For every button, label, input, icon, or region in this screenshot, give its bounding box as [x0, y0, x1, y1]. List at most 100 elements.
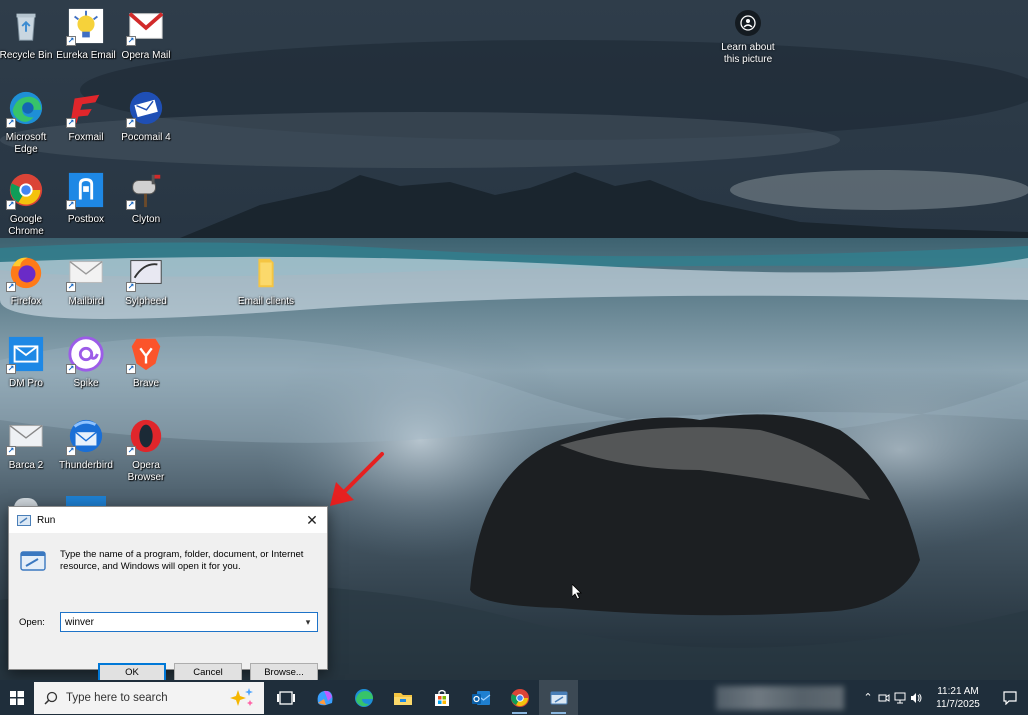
thunderbird-icon: ↗ [66, 416, 106, 456]
brave-icon: ↗ [126, 334, 166, 374]
shortcut-arrow-icon: ↗ [126, 118, 136, 128]
show-hidden-icons-button[interactable]: ⌃ [860, 680, 876, 715]
taskbar-task-view[interactable] [266, 680, 305, 715]
run-description: Type the name of a program, folder, docu… [60, 549, 304, 572]
notification-icon [1003, 690, 1017, 705]
folder-icon [246, 252, 286, 292]
volume-tray-icon[interactable] [908, 680, 924, 715]
desktop-icon-mailbird[interactable]: ↗ Mailbird [56, 252, 116, 308]
taskbar-edge[interactable] [344, 680, 383, 715]
start-button[interactable] [0, 680, 34, 715]
chrome-icon: ↗ [6, 170, 46, 210]
outlook-icon [471, 690, 490, 705]
dm-pro-icon: ↗ [6, 334, 46, 374]
shortcut-arrow-icon: ↗ [126, 364, 136, 374]
open-input[interactable] [61, 613, 297, 631]
shortcut-arrow-icon: ↗ [6, 118, 16, 128]
desktop-icon-thunderbird[interactable]: ↗ Thunderbird [56, 416, 116, 472]
mouse-cursor-icon [572, 584, 582, 600]
shortcut-arrow-icon: ↗ [126, 282, 136, 292]
edge-icon: ↗ [6, 88, 46, 128]
search-placeholder: Type here to search [66, 692, 168, 704]
shortcut-arrow-icon: ↗ [66, 364, 76, 374]
network-tray-icon[interactable] [892, 680, 908, 715]
notification-center-button[interactable] [992, 680, 1028, 715]
red-annotation-arrow-icon [330, 452, 384, 506]
edge-icon [354, 688, 373, 707]
close-button[interactable]: ✕ [297, 507, 327, 533]
chevron-down-icon[interactable]: ▾ [299, 613, 317, 631]
store-icon [434, 689, 449, 706]
run-icon [550, 691, 567, 704]
run-dialog-title: Run [37, 514, 56, 526]
task-view-icon [276, 690, 295, 705]
shortcut-arrow-icon: ↗ [6, 200, 16, 210]
taskbar-copilot[interactable] [305, 680, 344, 715]
taskbar-outlook[interactable] [461, 680, 500, 715]
meet-now-tray-icon[interactable] [876, 680, 892, 715]
search-highlight-sparkle-icon [230, 688, 253, 706]
clyton-mailbox-icon: ↗ [126, 170, 166, 210]
desktop-icon-firefox[interactable]: ↗ Firefox [0, 252, 56, 308]
run-dialog-body: Type the name of a program, folder, docu… [9, 533, 327, 683]
taskbar-run[interactable] [539, 680, 578, 715]
barca-icon: ↗ [6, 416, 46, 456]
run-icon [17, 514, 31, 526]
taskbar-file-explorer[interactable] [383, 680, 422, 715]
run-dialog-titlebar[interactable]: Run ✕ [9, 507, 327, 533]
eureka-email-icon: ↗ [66, 6, 106, 46]
blurred-taskbar-region [716, 686, 844, 710]
file-explorer-icon [393, 692, 412, 705]
shortcut-arrow-icon: ↗ [66, 200, 76, 210]
desktop-icon-clyton[interactable]: ↗ Clyton [116, 170, 176, 226]
taskbar: Type here to search ⌃ 11:21 AM 11/7/2025 [0, 680, 1028, 715]
shortcut-arrow-icon: ↗ [66, 118, 76, 128]
run-program-icon [20, 551, 46, 571]
copilot-icon [317, 690, 332, 705]
learn-about-picture-label: Learn about this picture [721, 42, 775, 65]
clock-date: 11/7/2025 [936, 698, 980, 710]
shortcut-arrow-icon: ↗ [126, 36, 136, 46]
desktop-icon-barca[interactable]: ↗ Barca 2 [0, 416, 56, 472]
shortcut-arrow-icon: ↗ [126, 446, 136, 456]
desktop-icon-opera-mail[interactable]: ↗ Opera Mail [116, 6, 176, 62]
shortcut-arrow-icon: ↗ [66, 446, 76, 456]
shortcut-arrow-icon: ↗ [66, 282, 76, 292]
foxmail-icon: ↗ [66, 88, 106, 128]
desktop-icon-foxmail[interactable]: ↗ Foxmail [56, 88, 116, 144]
desktop-icon-eureka-email[interactable]: ↗ Eureka Email [56, 6, 116, 62]
desktop-icon-brave[interactable]: ↗ Brave [116, 334, 176, 390]
desktop-icon-email-clients-folder[interactable]: Email clients [236, 252, 296, 308]
postbox-icon: ↗ [66, 170, 106, 210]
open-combobox[interactable]: ▾ [60, 612, 318, 632]
meet-now-icon [878, 693, 890, 702]
recycle-bin-icon [6, 6, 46, 46]
close-icon: ✕ [306, 511, 318, 528]
sylpheed-icon: ↗ [126, 252, 166, 292]
desktop-icon-microsoft-edge[interactable]: ↗ Microsoft Edge [0, 88, 56, 156]
opera-browser-icon: ↗ [126, 416, 166, 456]
mailbird-icon: ↗ [66, 252, 106, 292]
desktop-icon-sylpheed[interactable]: ↗ Sylpheed [116, 252, 176, 308]
clock-time: 11:21 AM [937, 685, 979, 697]
desktop-icon-recycle-bin[interactable]: Recycle Bin [0, 6, 56, 62]
shortcut-arrow-icon: ↗ [126, 200, 136, 210]
run-dialog: Run ✕ Type the name of a program, folder… [8, 506, 328, 683]
shortcut-arrow-icon: ↗ [66, 36, 76, 46]
spike-icon: ↗ [66, 334, 106, 374]
learn-about-picture[interactable]: Learn about this picture [716, 10, 780, 66]
taskbar-chrome[interactable] [500, 680, 539, 715]
shortcut-arrow-icon: ↗ [6, 282, 16, 292]
shortcut-arrow-icon: ↗ [6, 364, 16, 374]
pocomail-icon: ↗ [126, 88, 166, 128]
desktop-icon-spike[interactable]: ↗ Spike [56, 334, 116, 390]
taskbar-search-box[interactable]: Type here to search [34, 682, 264, 714]
desktop-icon-pocomail[interactable]: ↗ Pocomail 4 [116, 88, 176, 144]
desktop-icon-postbox[interactable]: ↗ Postbox [56, 170, 116, 226]
desktop-icon-google-chrome[interactable]: ↗ Google Chrome [0, 170, 56, 238]
desktop-icon-dm-pro[interactable]: ↗ DM Pro [0, 334, 56, 390]
desktop-icon-opera-browser[interactable]: ↗ Opera Browser [116, 416, 176, 484]
taskbar-microsoft-store[interactable] [422, 680, 461, 715]
taskbar-clock[interactable]: 11:21 AM 11/7/2025 [928, 685, 988, 711]
shortcut-arrow-icon: ↗ [6, 446, 16, 456]
